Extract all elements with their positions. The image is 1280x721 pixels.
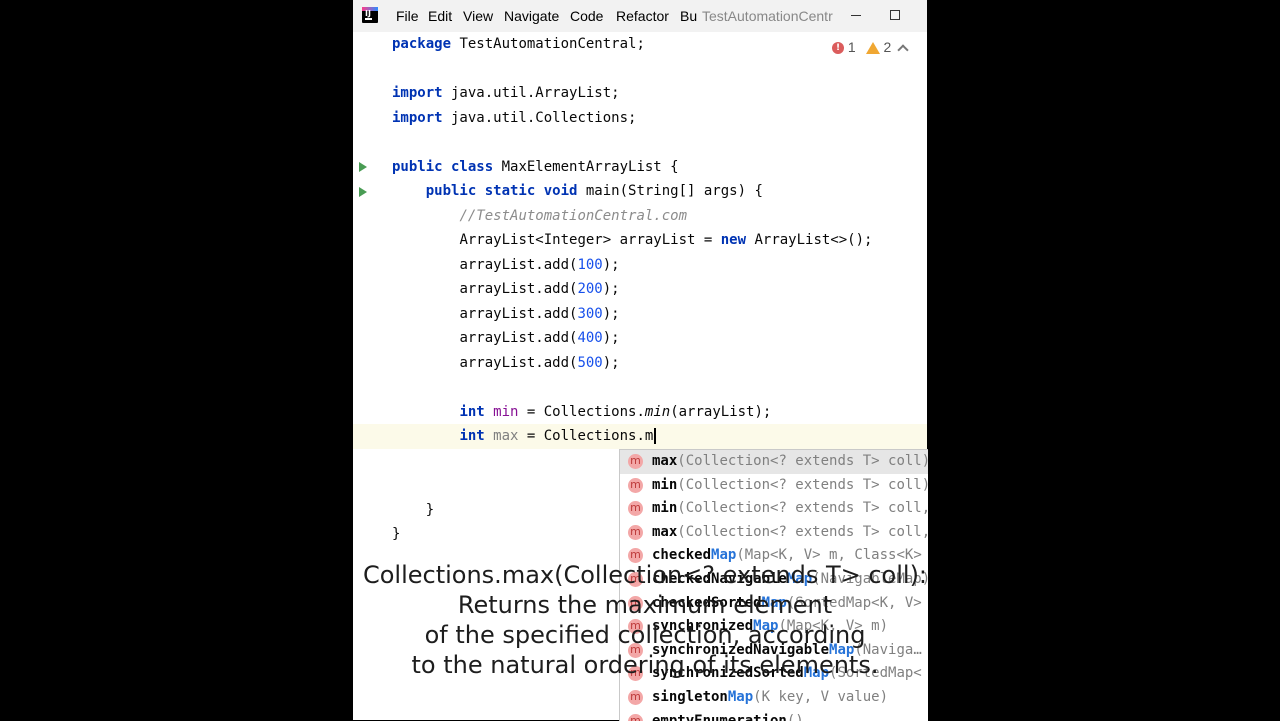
menu-view[interactable]: View — [463, 8, 493, 24]
method-icon: m — [628, 501, 643, 517]
minimize-button[interactable] — [844, 4, 870, 26]
text-cursor — [654, 428, 657, 444]
suggestion-item[interactable]: m singletonMap(K key, V value) — [620, 686, 928, 710]
method-icon: m — [628, 690, 643, 705]
error-icon: ! — [832, 42, 844, 55]
menu-file[interactable]: File — [396, 8, 419, 24]
code-line: int min = Collections.min(arrayList); — [459, 403, 772, 420]
caption-line: to the natural ordering of its elements. — [411, 651, 879, 679]
menu-build[interactable]: Bu — [680, 8, 697, 24]
code-line: ArrayList<Integer> arrayList = new Array… — [459, 232, 873, 248]
caption-line: Returns the maximum element — [457, 591, 833, 619]
method-icon: m — [628, 524, 643, 540]
code-line: arrayList.add(500); — [459, 354, 620, 371]
suggestion-item[interactable]: mmin(Collection<? extends T> coll, Compa… — [620, 497, 928, 521]
menu-refactor[interactable]: Refactor — [616, 8, 669, 24]
code-line: arrayList.add(200); — [459, 281, 620, 297]
suggestion-item[interactable]: m max(Collection<? extends T> coll) — [620, 450, 928, 474]
code-line: import java.util.Collections; — [392, 109, 637, 126]
video-caption: Collections.max(Collection<? extends T> … — [0, 560, 1280, 680]
code-line: public static void main(String[] args) { — [425, 183, 763, 199]
suggestion-item[interactable]: mmax(Collection<? extends T> coll, Compa… — [620, 521, 928, 545]
code-line: arrayList.add(100); — [459, 256, 620, 273]
code-line: public class MaxElementArrayList { — [392, 158, 679, 175]
run-class-icon[interactable] — [359, 162, 367, 172]
chevron-up-icon[interactable] — [897, 44, 909, 56]
code-line: import java.util.ArrayList; — [392, 85, 620, 101]
suggestion-item[interactable]: m emptyEnumeration() — [620, 710, 928, 721]
error-count: 1 — [847, 39, 856, 55]
suggestion-item[interactable]: m min(Collection<? extends T> coll) — [620, 474, 928, 498]
intellij-logo-icon[interactable]: IJ — [362, 7, 378, 23]
title-bar: IJ File Edit View Navigate Code Refactor… — [353, 0, 927, 32]
warning-icon — [865, 42, 880, 55]
window-title: TestAutomationCentr — [702, 8, 833, 24]
method-icon: m — [628, 454, 643, 469]
current-code-line[interactable]: int max = Collections.m — [353, 424, 927, 449]
warning-count: 2 — [883, 39, 892, 55]
caption-line: Collections.max(Collection<? extends T> … — [362, 561, 928, 589]
code-line: arrayList.add(300); — [459, 305, 620, 322]
inspection-widget[interactable]: ! 1 2 — [832, 39, 909, 56]
method-icon: m — [628, 477, 643, 493]
maximize-button[interactable] — [882, 4, 908, 26]
code-line: arrayList.add(400); — [459, 330, 620, 346]
menu-code[interactable]: Code — [570, 8, 603, 24]
menu-edit[interactable]: Edit — [428, 8, 452, 24]
code-line: //TestAutomationCentral.com — [459, 207, 688, 224]
caption-line: of the specified collection, according — [424, 621, 866, 649]
run-main-icon[interactable] — [359, 186, 367, 197]
menu-navigate[interactable]: Navigate — [504, 8, 559, 24]
